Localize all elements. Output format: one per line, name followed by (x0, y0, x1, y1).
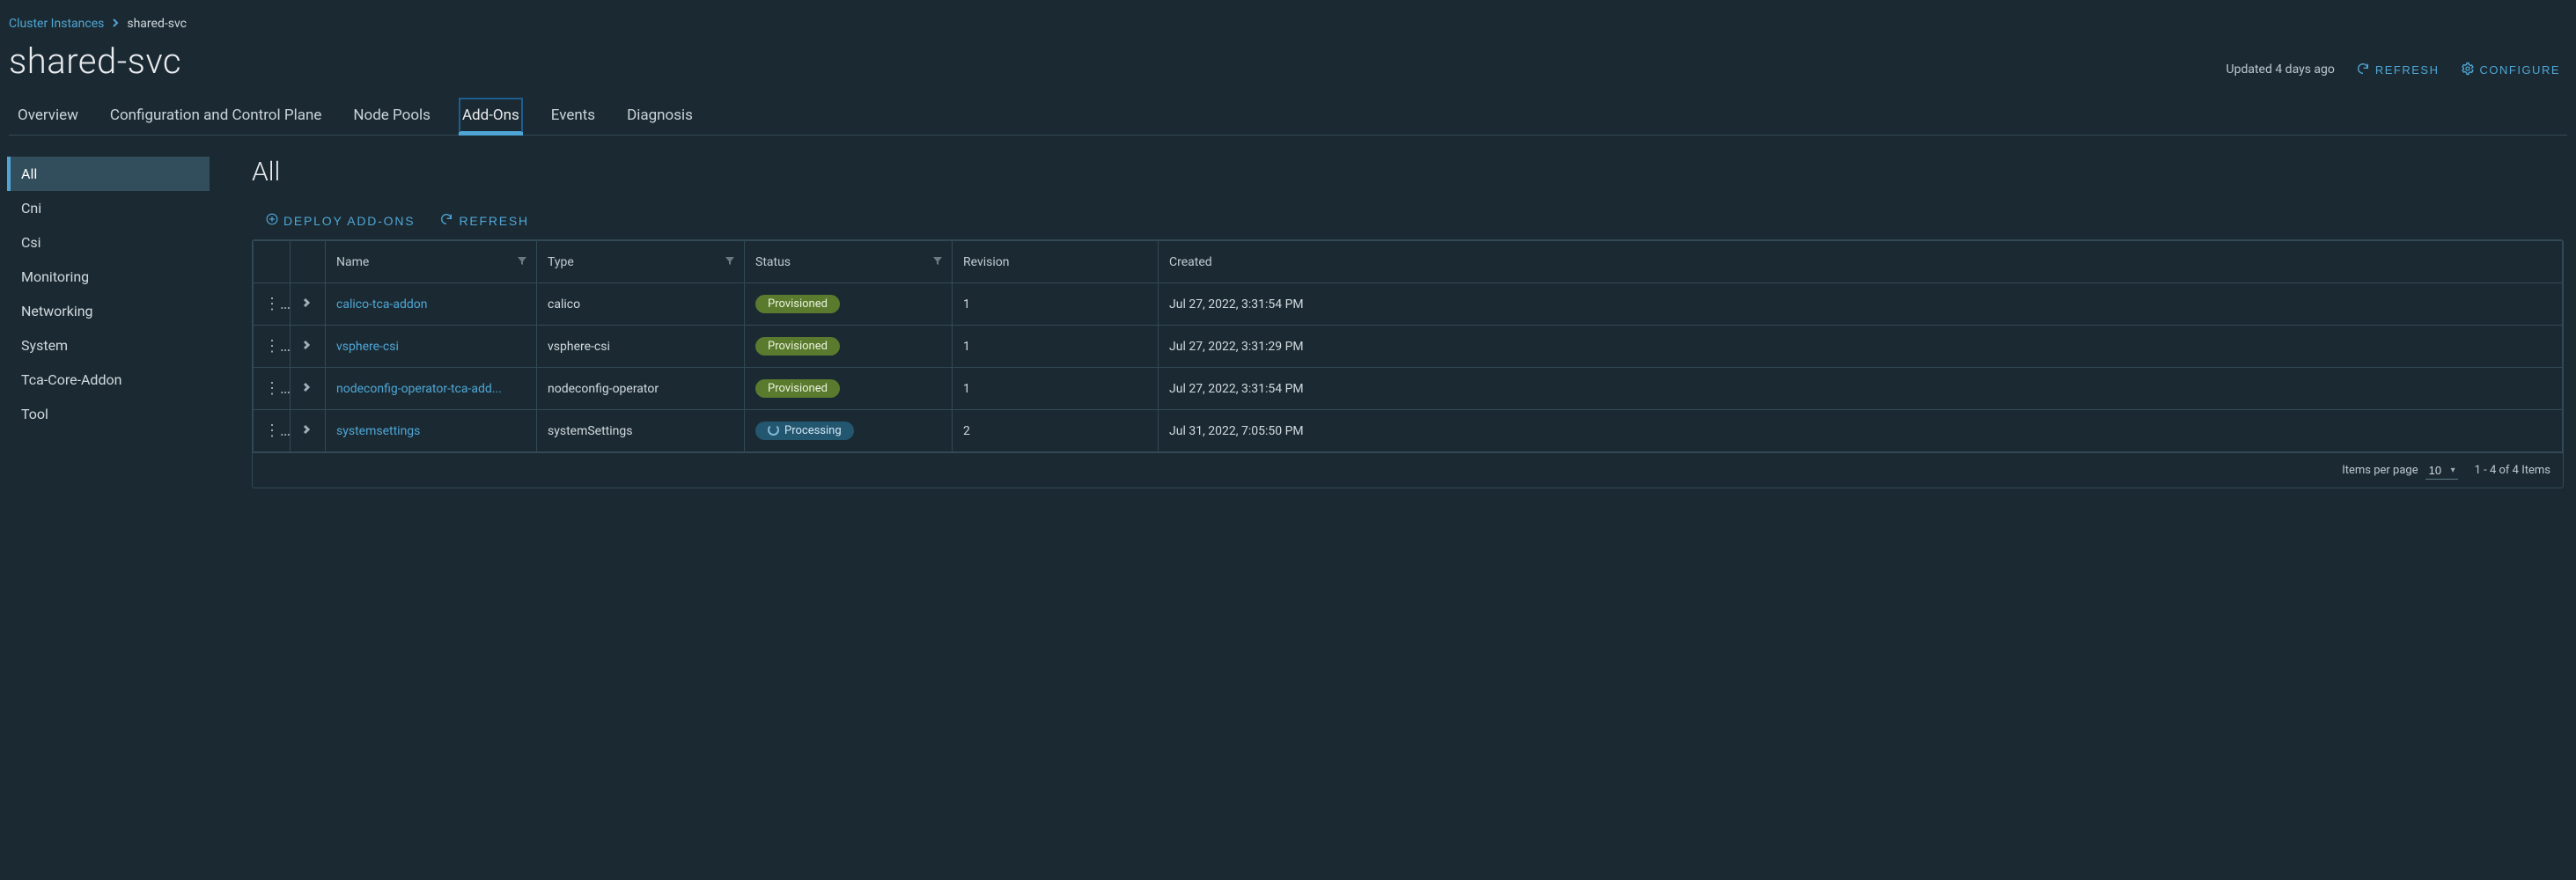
column-header-expand (291, 241, 326, 283)
status-badge: Processing (755, 422, 854, 440)
tab-diagnosis[interactable]: Diagnosis (623, 98, 696, 135)
sidebar-item-tca-core-addon[interactable]: Tca-Core-Addon (7, 363, 210, 397)
row-expand-toggle[interactable] (291, 326, 326, 368)
addon-revision: 1 (953, 368, 1159, 410)
addon-revision: 2 (953, 410, 1159, 452)
deploy-label: DEPLOY ADD-ONS (283, 214, 415, 228)
sidebar-item-cni[interactable]: Cni (7, 191, 210, 225)
column-header-name[interactable]: Name (326, 241, 537, 283)
breadcrumb-root-link[interactable]: Cluster Instances (9, 17, 104, 31)
tab-overview[interactable]: Overview (14, 98, 82, 135)
table-footer: Items per page 10 ▾ 1 - 4 of 4 Items (253, 452, 2563, 488)
tab-events[interactable]: Events (548, 98, 599, 135)
addon-type: systemSettings (537, 410, 745, 452)
addon-created: Jul 27, 2022, 3:31:54 PM (1159, 283, 2563, 326)
addon-revision: 1 (953, 283, 1159, 326)
row-expand-toggle[interactable] (291, 410, 326, 452)
sidebar: All Cni Csi Monitoring Networking System… (7, 157, 210, 488)
table-row: ⋮ systemsettings systemSettings Processing 2… (254, 410, 2563, 452)
addon-created: Jul 27, 2022, 3:31:29 PM (1159, 326, 2563, 368)
status-badge: Provisioned (755, 337, 840, 356)
sidebar-item-networking[interactable]: Networking (7, 294, 210, 328)
sidebar-item-all[interactable]: All (7, 157, 210, 191)
sidebar-item-system[interactable]: System (7, 328, 210, 363)
addon-name-link[interactable]: systemsettings (336, 424, 420, 438)
column-header-name-label: Name (336, 255, 369, 269)
sidebar-item-tool[interactable]: Tool (7, 397, 210, 431)
table-row: ⋮ nodeconfig-operator-tca-add... nodeconfi… (254, 368, 2563, 410)
spinner-icon (768, 424, 779, 436)
row-actions-menu[interactable]: ⋮ (254, 326, 291, 368)
sidebar-item-csi[interactable]: Csi (7, 225, 210, 260)
tab-node-pools[interactable]: Node Pools (350, 98, 434, 135)
deploy-add-ons-button[interactable]: DEPLOY ADD-ONS (266, 212, 415, 229)
configure-button[interactable]: CONFIGURE (2461, 62, 2561, 78)
row-expand-toggle[interactable] (291, 368, 326, 410)
page-title: shared-svc (9, 40, 181, 82)
row-actions-menu[interactable]: ⋮ (254, 368, 291, 410)
refresh-icon (2356, 62, 2370, 78)
table-refresh-button[interactable]: REFRESH (439, 212, 529, 229)
addon-created: Jul 27, 2022, 3:31:54 PM (1159, 368, 2563, 410)
table-row: ⋮ vsphere-csi vsphere-csi Provisioned 1Jul 2… (254, 326, 2563, 368)
addon-status: Processing (745, 410, 953, 452)
row-actions-menu[interactable]: ⋮ (254, 283, 291, 326)
addon-status: Provisioned (745, 283, 953, 326)
refresh-button[interactable]: REFRESH (2356, 62, 2440, 78)
column-header-created-label: Created (1169, 255, 1212, 269)
breadcrumb-current: shared-svc (127, 17, 187, 31)
column-header-status[interactable]: Status (745, 241, 953, 283)
plus-icon (266, 213, 278, 228)
status-badge: Provisioned (755, 379, 840, 398)
addon-name-link[interactable]: nodeconfig-operator-tca-add... (336, 382, 502, 396)
configure-label: CONFIGURE (2480, 63, 2561, 77)
column-header-created[interactable]: Created (1159, 241, 2563, 283)
column-header-revision-label: Revision (963, 255, 1010, 269)
filter-icon[interactable] (932, 255, 943, 269)
column-header-type-label: Type (548, 255, 574, 269)
refresh-label: REFRESH (2375, 63, 2440, 77)
addon-type: nodeconfig-operator (537, 368, 745, 410)
tab-add-ons[interactable]: Add-Ons (459, 98, 523, 135)
breadcrumb: Cluster Instances shared-svc (9, 16, 2567, 32)
updated-timestamp: Updated 4 days ago (2226, 62, 2335, 77)
status-badge: Provisioned (755, 295, 840, 313)
addon-created: Jul 31, 2022, 7:05:50 PM (1159, 410, 2563, 452)
items-per-page-label: Items per page (2342, 464, 2418, 477)
column-header-revision[interactable]: Revision (953, 241, 1159, 283)
table-refresh-label: REFRESH (459, 214, 529, 228)
row-actions-menu[interactable]: ⋮ (254, 410, 291, 452)
addons-table: Name Type Status (252, 239, 2564, 488)
chevron-right-icon (111, 17, 120, 31)
page-size-select[interactable]: 10 (2425, 462, 2458, 480)
section-heading: All (252, 157, 2564, 187)
pagination-range: 1 - 4 of 4 Items (2475, 464, 2550, 477)
addon-status: Provisioned (745, 368, 953, 410)
column-header-type[interactable]: Type (537, 241, 745, 283)
filter-icon[interactable] (517, 255, 527, 269)
table-row: ⋮ calico-tca-addon calico Provisioned 1Jul 2… (254, 283, 2563, 326)
gear-icon (2461, 62, 2475, 78)
tab-config-cp[interactable]: Configuration and Control Plane (107, 98, 325, 135)
column-header-status-label: Status (755, 255, 791, 269)
tab-bar: Overview Configuration and Control Plane… (9, 98, 2567, 136)
addon-name-link[interactable]: vsphere-csi (336, 340, 399, 354)
row-expand-toggle[interactable] (291, 283, 326, 326)
addon-status: Provisioned (745, 326, 953, 368)
sidebar-item-monitoring[interactable]: Monitoring (7, 260, 210, 294)
addon-type: calico (537, 283, 745, 326)
addon-type: vsphere-csi (537, 326, 745, 368)
filter-icon[interactable] (725, 255, 735, 269)
addon-revision: 1 (953, 326, 1159, 368)
column-header-menu (254, 241, 291, 283)
addon-name-link[interactable]: calico-tca-addon (336, 297, 427, 312)
refresh-icon (439, 212, 453, 229)
